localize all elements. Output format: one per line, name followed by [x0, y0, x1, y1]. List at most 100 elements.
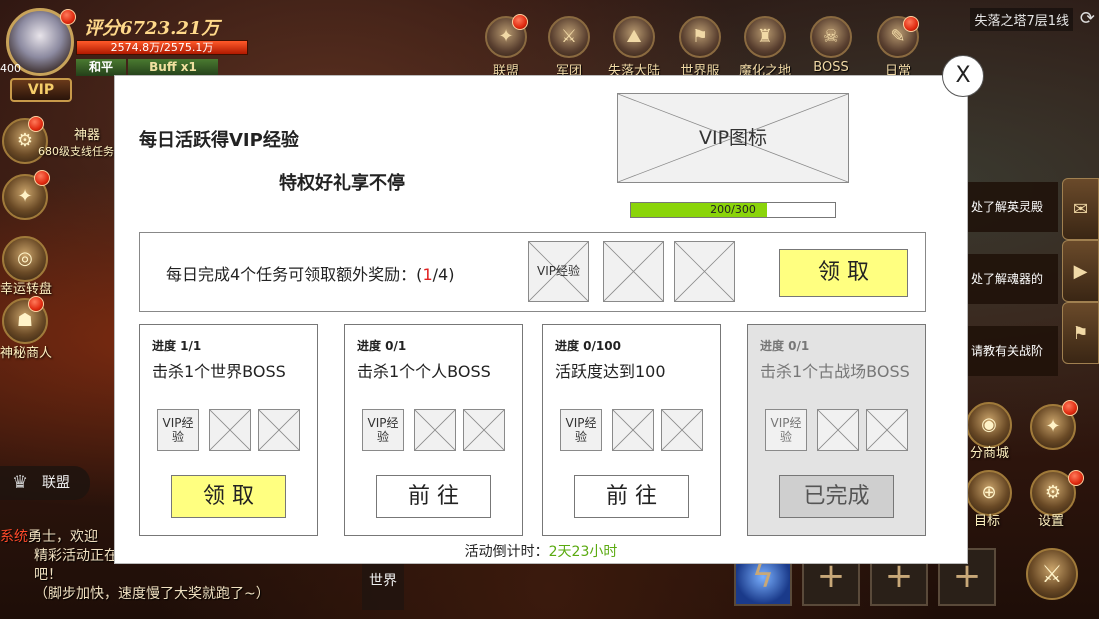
reward-item-placeholder[interactable] — [603, 241, 664, 302]
task-go-button[interactable]: 前 往 — [376, 475, 491, 518]
task-progress: 进度 0/1 — [760, 339, 810, 353]
task-reward-label: VIP经验 — [367, 415, 399, 444]
points-shop-label: 分商城 — [970, 446, 1010, 461]
task-name: 活跃度达到100 — [555, 362, 666, 381]
buff-indicator[interactable]: Buff x1 — [128, 59, 218, 76]
notification-dot — [512, 14, 528, 30]
notification-dot — [34, 170, 50, 186]
daily-reward-text: 每日完成4个任务可领取额外奖励：(1/4) — [166, 261, 454, 285]
task-claim-button[interactable]: 领 取 — [171, 475, 286, 518]
demonized-land-icon: ♜ — [744, 16, 786, 58]
top-menu-legion[interactable]: ⚔ 军团 — [543, 16, 595, 79]
legion-icon: ⚔ — [548, 16, 590, 58]
task-reward-placeholder[interactable] — [209, 409, 251, 451]
task-progress: 进度 0/1 — [357, 339, 407, 353]
task-go-button[interactable]: 前 往 — [574, 475, 689, 518]
reward-item-label: VIP经验 — [537, 264, 580, 279]
alliance-button[interactable]: ♛ 联盟 — [0, 466, 90, 500]
top-menu-lost-continent[interactable]: ⛰ 失落大陆 — [608, 16, 660, 79]
alliance-button-label: 联盟 — [42, 475, 70, 491]
chat-system-tag: 系统 — [0, 529, 28, 545]
task-name: 击杀1个古战场BOSS — [760, 362, 910, 381]
task-reward-label: VIP经验 — [162, 415, 194, 444]
task-card: 进度 0/1 击杀1个个人BOSS VIP经验 前 往 — [344, 324, 523, 536]
player-level: 400 — [0, 62, 21, 75]
vip-exp-progress-bar: 200/300 — [630, 202, 836, 218]
reward-item-vip-exp[interactable]: VIP经验 — [528, 241, 589, 302]
notification-dot — [28, 296, 44, 312]
task-reward-vip-exp[interactable]: VIP经验 — [157, 409, 199, 451]
notification-dot — [60, 9, 76, 25]
task-reward-placeholder[interactable] — [258, 409, 300, 451]
play-tab-icon[interactable]: ▶ — [1062, 240, 1099, 302]
task-reward-label: VIP经验 — [770, 415, 802, 444]
close-button[interactable]: X — [942, 55, 984, 97]
flag-tab-icon[interactable]: ⚑ — [1062, 302, 1099, 364]
task-reward-label: VIP经验 — [565, 415, 597, 444]
vip-activity-modal: 每日活跃得VIP经验 特权好礼享不停 VIP图标 200/300 每日完成4个任… — [114, 75, 968, 564]
hp-bar: 2574.8万/2575.1万 — [76, 40, 248, 55]
top-menu-world-server[interactable]: ⚑ 世界服 — [674, 16, 726, 79]
task-reward-placeholder[interactable] — [612, 409, 654, 451]
vip-badge[interactable]: VIP — [10, 78, 72, 102]
task-reward-placeholder[interactable] — [817, 409, 859, 451]
task-reward-vip-exp[interactable]: VIP经验 — [765, 409, 807, 451]
artifact-label: 神器 — [74, 128, 101, 143]
modal-title: 每日活跃得VIP经验 — [139, 130, 299, 151]
notification-dot — [1068, 470, 1084, 486]
lost-continent-icon: ⛰ — [613, 16, 655, 58]
mystery-shop-label: 神秘商人 — [0, 346, 53, 361]
world-server-icon: ⚑ — [679, 16, 721, 58]
chat-line: 勇士，欢迎 — [28, 529, 98, 545]
task-reward-placeholder[interactable] — [866, 409, 908, 451]
countdown-label: 活动倒计时： — [464, 544, 549, 560]
daily-reward-box: 每日完成4个任务可领取额外奖励：(1/4) VIP经验 领 取 — [139, 232, 926, 312]
reward-text-prefix: 每日完成4个任务可领取额外奖励：( — [166, 265, 423, 284]
task-progress: 进度 1/1 — [152, 339, 202, 353]
target-label: 目标 — [974, 514, 1001, 529]
modal-subtitle: 特权好礼享不停 — [279, 173, 405, 194]
task-card: 进度 0/100 活跃度达到100 VIP经验 前 往 — [542, 324, 721, 536]
task-card: 进度 1/1 击杀1个世界BOSS VIP经验 领 取 — [139, 324, 318, 536]
boss-icon: ☠ — [810, 16, 852, 58]
alliance-icon: ♛ — [12, 472, 29, 493]
completed-count: 1 — [422, 265, 433, 284]
notification-dot — [903, 16, 919, 32]
attack-icon[interactable]: ⚔ — [1026, 548, 1078, 600]
quest-tracker-item[interactable]: 处了解魂器的 — [966, 254, 1058, 304]
artifact-quest-label: 680级支线任务 — [38, 145, 114, 158]
notification-dot — [1062, 400, 1078, 416]
activity-countdown: 活动倒计时：2天23小时 — [115, 541, 967, 561]
refresh-icon[interactable]: ⟳ — [1080, 8, 1095, 29]
quest-tracker-item[interactable]: 请教有关战阶 — [966, 326, 1058, 376]
settings-label: 设置 — [1038, 514, 1065, 529]
location-label: 失落之塔7层1线 — [970, 8, 1073, 31]
lucky-wheel-icon[interactable]: ◎ — [2, 236, 48, 282]
task-card-completed: 进度 0/1 击杀1个古战场BOSS VIP经验 已完成 — [747, 324, 926, 536]
notification-dot — [28, 116, 44, 132]
task-progress: 进度 0/100 — [555, 339, 621, 353]
scroll-tab-icon[interactable]: ✉ — [1062, 178, 1099, 240]
task-name: 击杀1个个人BOSS — [357, 362, 491, 381]
task-reward-placeholder[interactable] — [463, 409, 505, 451]
chat-line: 吧！ — [34, 567, 62, 583]
quest-tracker-item[interactable]: 处了解英灵殿 — [966, 182, 1058, 232]
reward-text-suffix: /4) — [432, 265, 455, 284]
lucky-wheel-label: 幸运转盘 — [0, 282, 53, 297]
top-menu-label: BOSS — [813, 60, 849, 75]
top-menu-demonized-land[interactable]: ♜ 魔化之地 — [739, 16, 791, 79]
task-completed-button: 已完成 — [779, 475, 894, 518]
top-menu-boss[interactable]: ☠ BOSS — [805, 16, 857, 76]
task-name: 击杀1个世界BOSS — [152, 362, 286, 381]
task-reward-placeholder[interactable] — [414, 409, 456, 451]
task-reward-vip-exp[interactable]: VIP经验 — [560, 409, 602, 451]
task-reward-placeholder[interactable] — [661, 409, 703, 451]
task-reward-vip-exp[interactable]: VIP经验 — [362, 409, 404, 451]
claim-daily-reward-button[interactable]: 领 取 — [779, 249, 908, 297]
progress-text: 200/300 — [710, 203, 756, 216]
chat-line: （脚步加快，速度慢了大奖就跑了~） — [34, 586, 270, 602]
power-score: 评分6723.21万 — [84, 18, 220, 39]
vip-icon-text: VIP图标 — [698, 126, 768, 149]
reward-item-placeholder[interactable] — [674, 241, 735, 302]
pk-mode-button[interactable]: 和平 — [76, 59, 126, 76]
